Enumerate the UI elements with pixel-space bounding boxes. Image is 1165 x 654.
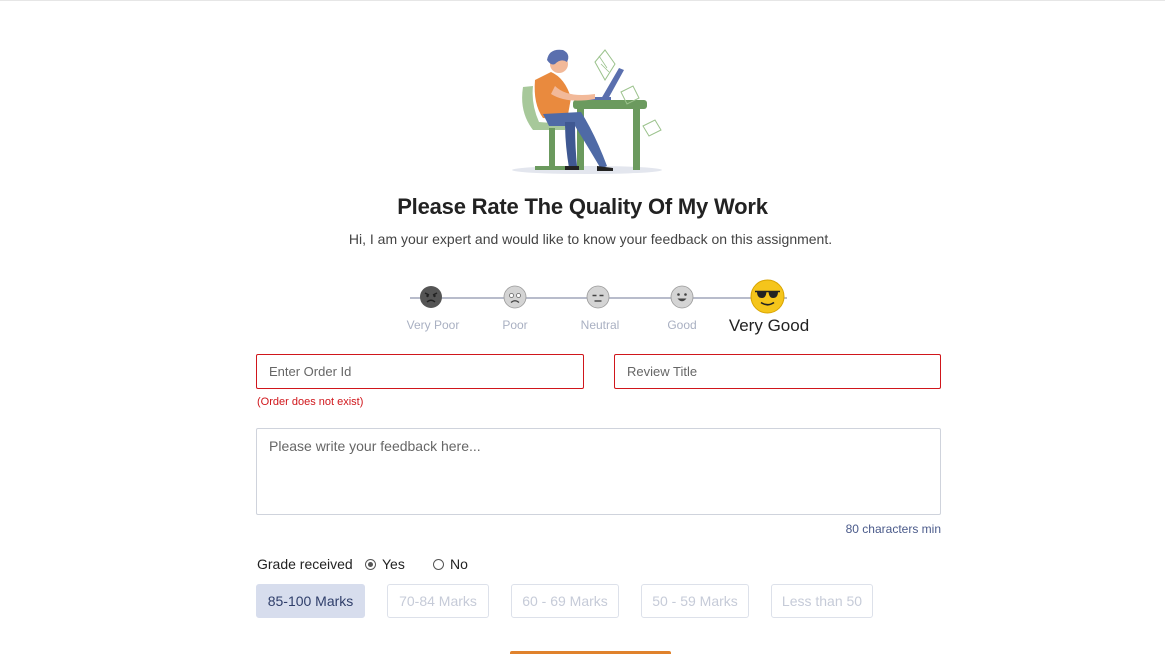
radio-checked-icon [365,558,376,570]
sunglasses-face-icon [750,279,785,314]
rating-poor[interactable] [503,285,527,309]
char-min-hint: 80 characters min [845,522,941,536]
marks-60-69-chip[interactable]: 60 - 69 Marks [511,584,619,618]
page-title: Please Rate The Quality Of My Work [397,194,768,219]
person-working-illustration [512,49,662,174]
angry-face-icon [420,286,442,308]
marks-85-100-chip[interactable]: 85-100 Marks [256,584,365,618]
review-title-input[interactable] [614,354,941,389]
rating-label-poor: Poor [502,318,528,332]
rating-label-good: Good [667,318,697,332]
marks-less-than-50-chip[interactable]: Less than 50 [771,584,873,618]
rating-very-poor[interactable] [419,285,443,309]
rating-label-very-poor: Very Poor [406,318,460,332]
feedback-textarea[interactable] [256,428,941,515]
marks-70-84-chip[interactable]: 70-84 Marks [387,584,489,618]
radio-unchecked-icon [433,558,444,570]
sad-face-icon [503,285,527,309]
page-subtitle: Hi, I am your expert and would like to k… [348,231,833,247]
order-id-input[interactable] [256,354,584,389]
grade-yes-radio[interactable]: Yes [365,556,405,572]
rating-label-very-good: Very Good [728,316,810,335]
neutral-face-icon [586,285,610,309]
grade-no-radio[interactable]: No [433,556,468,572]
rating-neutral[interactable] [586,285,610,309]
smile-face-icon [670,285,694,309]
rating-good[interactable] [670,285,694,309]
order-error-message: (Order does not exist) [257,396,364,408]
grade-no-label: No [450,556,468,572]
marks-50-59-chip[interactable]: 50 - 59 Marks [641,584,749,618]
top-divider [0,0,1165,1]
rating-very-good[interactable] [750,279,785,314]
rating-label-neutral: Neutral [580,318,620,332]
grade-yes-label: Yes [382,556,405,572]
grade-received-label: Grade received [257,556,353,572]
